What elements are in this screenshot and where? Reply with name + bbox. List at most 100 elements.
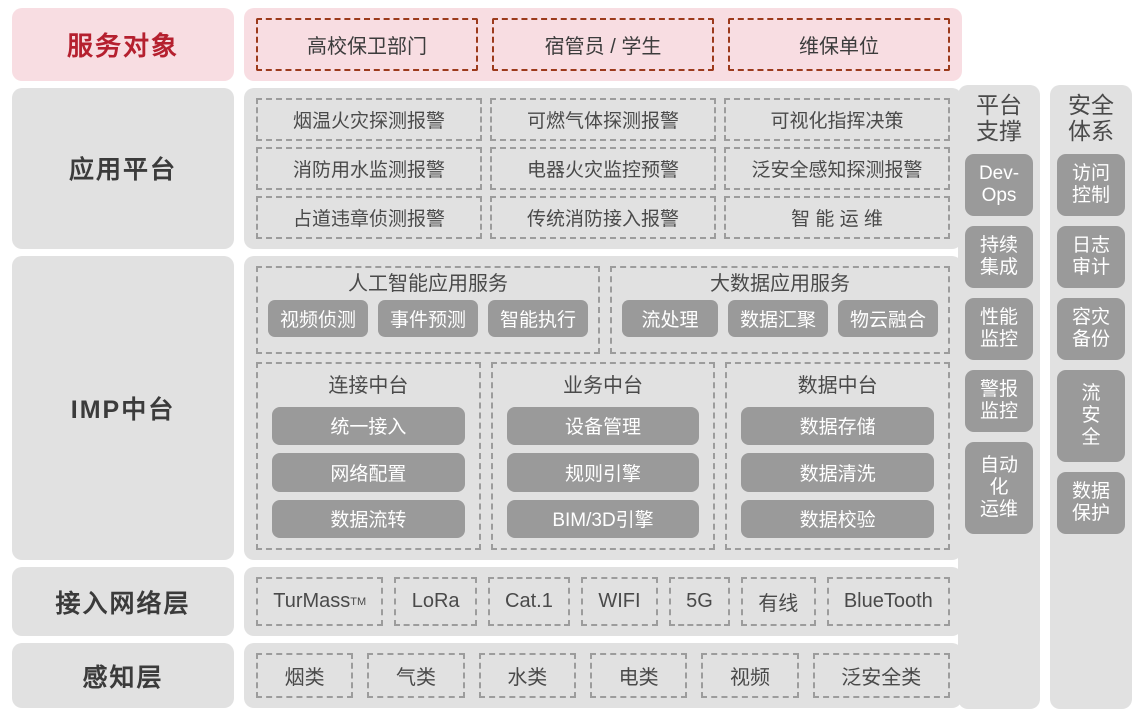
platform-support-item-devops[interactable]: Dev- Ops (965, 153, 1033, 216)
application-item[interactable]: 泛安全感知探测报警 (724, 146, 950, 190)
item-line1: 自动 (979, 454, 1018, 476)
application-item[interactable]: 占道违章侦测报警 (256, 195, 482, 239)
network-item[interactable]: WIFI (581, 577, 658, 626)
side-column-platform-support: 平台 支撑 Dev- Ops 持续 集成 性能 监控 警报 监控 自动 化 运维 (958, 85, 1040, 709)
application-item[interactable]: 传统消防接入报警 (490, 195, 716, 239)
side-column-title-line2: 体系 (1068, 117, 1114, 144)
network-item[interactable]: 5G (668, 577, 731, 626)
row-label-application-platform: 应用平台 (12, 87, 234, 249)
network-item[interactable]: BlueTooth (826, 577, 951, 626)
network-item[interactable]: 有线 (741, 577, 816, 626)
service-target-item[interactable]: 维保单位 (728, 18, 950, 71)
platform-support-item-perf[interactable]: 性能 监控 (965, 297, 1033, 360)
bigdata-service-item[interactable]: 物云融合 (837, 299, 938, 337)
item-line2: 控制 (1071, 184, 1110, 206)
row-application-platform: 应用平台 烟温火灾探测报警 可燃气体探测报警 可视化指挥决策 消防用水监测报警 … (12, 87, 962, 249)
item-line1: 性能 (979, 306, 1018, 328)
item-line1: 容灾 (1071, 306, 1110, 328)
item-line2: 安 (1081, 404, 1101, 426)
item-line1: 数据 (1071, 480, 1110, 502)
platform-support-item-ci[interactable]: 持续 集成 (965, 225, 1033, 288)
security-item-data-protection[interactable]: 数据 保护 (1057, 471, 1125, 534)
service-target-item[interactable]: 宿管员 / 学生 (492, 18, 714, 71)
item-line2: 备份 (1071, 328, 1110, 350)
sensing-item[interactable]: 气类 (367, 653, 465, 698)
row-sensing-layer: 感知层 烟类 气类 水类 电类 视频 泛安全类 (12, 643, 962, 708)
application-item[interactable]: 可视化指挥决策 (724, 97, 950, 141)
item-line1: 访问 (1071, 162, 1110, 184)
data-platform-item[interactable]: 数据清洗 (741, 453, 935, 492)
side-column-security-system: 安全 体系 访问 控制 日志 审计 容灾 备份 流 安 全 数据 保护 (1050, 85, 1132, 709)
group-title: 连接中台 (328, 374, 409, 397)
side-column-title: 平台 支撑 (976, 92, 1022, 145)
sensing-layer-container: 烟类 气类 水类 电类 视频 泛安全类 (244, 643, 962, 708)
platform-support-item-alarm[interactable]: 警报 监控 (965, 369, 1033, 432)
application-item[interactable]: 可燃气体探测报警 (490, 97, 716, 141)
group-title: 数据中台 (797, 374, 878, 397)
imp-middle-platform-connect: 连接中台 统一接入 网络配置 数据流转 (256, 361, 481, 551)
item-line1: 流 (1081, 382, 1101, 404)
side-column-title-line1: 平台 (976, 92, 1022, 118)
side-column-title: 安全 体系 (1068, 92, 1114, 145)
row-service-targets: 服务对象 高校保卫部门 宿管员 / 学生 维保单位 (12, 8, 962, 81)
imp-service-group-bigdata: 大数据应用服务 流处理 数据汇聚 物云融合 (610, 265, 950, 354)
connect-platform-item[interactable]: 统一接入 (272, 406, 465, 446)
application-platform-container: 烟温火灾探测报警 可燃气体探测报警 可视化指挥决策 消防用水监测报警 电器火灾监… (244, 87, 962, 249)
business-platform-item[interactable]: 设备管理 (506, 406, 700, 446)
item-line2: 保护 (1071, 502, 1110, 524)
sensing-item[interactable]: 视频 (701, 653, 799, 698)
network-item[interactable]: LoRa (394, 577, 477, 626)
trademark-symbol: TM (350, 595, 367, 608)
imp-service-group-ai: 人工智能应用服务 视频侦测 事件预测 智能执行 (256, 265, 601, 354)
item-line2: Ops (981, 184, 1017, 206)
network-item-turmass[interactable]: TurMass TM (256, 577, 384, 626)
service-target-item[interactable]: 高校保卫部门 (256, 18, 478, 71)
row-imp-platform: IMP中台 人工智能应用服务 视频侦测 事件预测 智能执行 大数据应用服务 流处… (12, 255, 962, 561)
imp-platform-container: 人工智能应用服务 视频侦测 事件预测 智能执行 大数据应用服务 流处理 数据汇聚… (244, 255, 962, 561)
item-line2: 审计 (1071, 256, 1110, 278)
sensing-item[interactable]: 电类 (589, 653, 688, 698)
connect-platform-item[interactable]: 网络配置 (272, 453, 465, 492)
business-platform-item[interactable]: 规则引擎 (506, 453, 700, 492)
application-item[interactable]: 消防用水监测报警 (256, 146, 482, 190)
row-label-access-network: 接入网络层 (12, 567, 234, 636)
access-network-container: TurMass TM LoRa Cat.1 WIFI 5G 有线 BlueToot… (244, 567, 962, 636)
ai-service-item[interactable]: 智能执行 (488, 299, 589, 337)
bigdata-service-item[interactable]: 数据汇聚 (727, 299, 828, 337)
application-item[interactable]: 烟温火灾探测报警 (256, 97, 482, 141)
data-platform-item[interactable]: 数据校验 (741, 499, 935, 539)
security-item-stream-security[interactable]: 流 安 全 (1057, 369, 1125, 462)
platform-support-item-autoops[interactable]: 自动 化 运维 (965, 441, 1033, 534)
sensing-item[interactable]: 水类 (478, 653, 576, 698)
side-column-title-line2: 支撑 (976, 117, 1022, 144)
item-line2: 监控 (979, 328, 1018, 350)
sensing-item[interactable]: 泛安全类 (812, 653, 950, 698)
item-line3: 全 (1081, 426, 1101, 448)
item-line2: 集成 (979, 256, 1018, 278)
security-item-access-control[interactable]: 访问 控制 (1057, 153, 1125, 216)
security-item-disaster-backup[interactable]: 容灾 备份 (1057, 297, 1125, 360)
item-line1: 警报 (979, 378, 1018, 400)
row-label-sensing-layer: 感知层 (12, 643, 234, 708)
ai-service-item[interactable]: 事件预测 (378, 299, 479, 337)
application-item[interactable]: 智 能 运 维 (724, 195, 950, 239)
security-item-log-audit[interactable]: 日志 审计 (1057, 225, 1125, 288)
item-line3: 运维 (979, 498, 1018, 520)
connect-platform-item[interactable]: 数据流转 (272, 499, 465, 539)
item-line1: 持续 (979, 234, 1018, 256)
row-access-network: 接入网络层 TurMass TM LoRa Cat.1 WIFI 5G 有线 Bl… (12, 567, 962, 636)
imp-middle-platform-data: 数据中台 数据存储 数据清洗 数据校验 (725, 361, 951, 551)
side-column-title-line1: 安全 (1068, 92, 1114, 118)
row-label-service-targets: 服务对象 (12, 8, 234, 81)
data-platform-item[interactable]: 数据存储 (741, 406, 935, 446)
bigdata-service-item[interactable]: 流处理 (622, 299, 718, 337)
sensing-item[interactable]: 烟类 (256, 653, 354, 698)
side-columns: 平台 支撑 Dev- Ops 持续 集成 性能 监控 警报 监控 自动 化 运维… (958, 85, 1132, 709)
ai-service-item[interactable]: 视频侦测 (268, 299, 369, 337)
network-item[interactable]: Cat.1 (487, 577, 571, 626)
item-line2: 监控 (979, 400, 1018, 422)
business-platform-item[interactable]: BIM/3D引擎 (506, 499, 700, 539)
row-label-imp-platform: IMP中台 (12, 255, 234, 561)
item-line1: Dev- (978, 162, 1020, 184)
application-item[interactable]: 电器火灾监控预警 (490, 146, 716, 190)
